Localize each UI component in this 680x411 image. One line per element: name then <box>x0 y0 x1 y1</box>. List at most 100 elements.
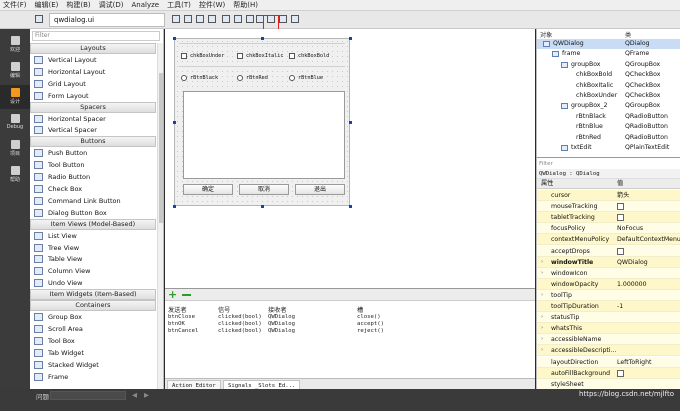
property-filter-input[interactable]: Filter <box>539 160 679 168</box>
expand-arrow-icon[interactable]: › <box>541 268 543 279</box>
property-row[interactable]: › accessibleName <box>537 334 680 346</box>
prev-icon[interactable]: ◀ <box>132 391 137 399</box>
connection-cell[interactable]: btnCancel <box>168 328 198 334</box>
widget-category[interactable]: Containers <box>30 300 156 312</box>
property-row[interactable]: cursor 箭头 <box>537 190 680 201</box>
widget-item[interactable]: Push Button <box>30 147 156 159</box>
exit-button[interactable]: 退出 <box>295 184 345 195</box>
property-row[interactable]: › accessibleDescripti... <box>537 345 680 357</box>
connection-cell[interactable]: QWDialog <box>268 314 295 320</box>
connection-cell[interactable]: QWDialog <box>268 328 295 334</box>
connection-cell[interactable]: clicked(bool) <box>218 328 262 334</box>
widget-item[interactable]: Dialog Button Box <box>30 207 156 219</box>
widget-item[interactable]: Radio Button <box>30 171 156 183</box>
menu-item[interactable]: Analyze <box>132 1 160 9</box>
property-row[interactable]: tabletTracking <box>537 212 680 224</box>
property-checkbox[interactable] <box>617 369 624 377</box>
checkbox-under[interactable]: chkBoxUnder <box>181 53 224 59</box>
widget-category[interactable]: Item Widgets (Item-Based) <box>30 289 156 301</box>
property-value[interactable]: NoFocus <box>617 223 643 234</box>
edit-widgets-icon[interactable] <box>172 15 180 23</box>
break-layout-icon[interactable] <box>291 15 299 23</box>
connection-cell[interactable]: reject() <box>357 328 384 334</box>
resize-handle[interactable] <box>173 205 176 208</box>
object-row[interactable]: QWDialog QDialog <box>537 39 680 50</box>
widget-item[interactable]: Table View <box>30 253 156 265</box>
object-row[interactable]: rBtnRed QRadioButton <box>537 133 680 143</box>
property-row[interactable]: › windowTitle QWDialog <box>537 256 680 268</box>
connection-cell[interactable]: QWDialog <box>268 321 295 327</box>
property-value[interactable]: QWDialog <box>617 257 648 268</box>
expand-arrow-icon[interactable]: › <box>541 323 543 334</box>
widget-item[interactable]: Undo View <box>30 277 156 289</box>
property-row[interactable]: windowOpacity 1.000000 <box>537 278 680 290</box>
widget-item[interactable]: Tree View <box>30 242 156 254</box>
issues-label[interactable]: 问题 <box>36 391 49 401</box>
property-checkbox[interactable] <box>617 214 624 222</box>
connection-cell[interactable]: accept() <box>357 321 384 327</box>
object-row[interactable]: txtEdit QPlainTextEdit <box>537 143 680 153</box>
widget-item[interactable]: Form Layout <box>30 90 156 102</box>
resize-handle[interactable] <box>261 37 264 40</box>
resize-handle[interactable] <box>349 37 352 40</box>
resize-handle[interactable] <box>349 121 352 124</box>
layout-vertical-icon[interactable] <box>234 15 242 23</box>
property-row[interactable]: mouseTracking <box>537 201 680 213</box>
expand-arrow-icon[interactable]: › <box>541 257 543 268</box>
connection-cell[interactable]: btnOK <box>168 321 185 327</box>
dialog-form[interactable]: chkBoxUnder chkBoxItalic chkBoxBold rBtn… <box>174 38 350 206</box>
widget-box-scrollbar[interactable] <box>157 43 163 389</box>
widget-item[interactable]: Check Box <box>30 183 156 195</box>
property-row[interactable]: focusPolicy NoFocus <box>537 223 680 235</box>
file-tab[interactable]: qwdialog.ui <box>49 13 165 27</box>
layout-form-icon[interactable] <box>279 15 287 23</box>
widget-item[interactable]: Vertical Layout <box>30 54 156 66</box>
expand-arrow-icon[interactable]: › <box>541 312 543 323</box>
widget-category[interactable]: Item Views (Model-Based) <box>30 218 156 230</box>
menu-item[interactable]: 编辑(E) <box>35 0 59 10</box>
connection-cell[interactable]: btnClose <box>168 314 195 320</box>
property-value[interactable]: 1.000000 <box>617 279 647 290</box>
mode-帮助[interactable]: 帮助 <box>0 163 30 187</box>
widget-item[interactable]: Group Box <box>30 311 156 323</box>
property-value[interactable]: -1 <box>617 301 623 312</box>
widget-item[interactable]: Grid Layout <box>30 78 156 90</box>
widget-item[interactable]: Tool Box <box>30 335 156 347</box>
menu-item[interactable]: 工具(T) <box>167 0 191 10</box>
property-row[interactable]: › statusTip <box>537 312 680 324</box>
object-row[interactable]: groupBox QGroupBox <box>537 60 680 70</box>
expand-arrow-icon[interactable]: › <box>541 290 543 301</box>
property-row[interactable]: › whatsThis <box>537 323 680 335</box>
radio-black[interactable]: rBtnBlack <box>181 75 218 81</box>
layout-splitter-h-icon[interactable] <box>246 15 254 23</box>
property-row[interactable]: contextMenuPolicy DefaultContextMenu <box>537 234 680 246</box>
object-row[interactable]: rBtnBlue QRadioButton <box>537 122 680 132</box>
checkbox-italic[interactable]: chkBoxItalic <box>237 53 283 59</box>
scrollbar-thumb[interactable] <box>159 73 163 223</box>
widget-item[interactable]: Frame <box>30 371 156 383</box>
object-row[interactable]: rBtnBlack QRadioButton <box>537 112 680 122</box>
mode-项目[interactable]: 项目 <box>0 137 30 161</box>
widget-item[interactable]: List View <box>30 230 156 242</box>
locator-input[interactable] <box>50 391 126 400</box>
object-row[interactable]: chkBoxBold QCheckBox <box>537 70 680 80</box>
add-connection-icon[interactable]: + <box>168 289 178 300</box>
widget-item[interactable]: Tab Widget <box>30 347 156 359</box>
menu-item[interactable]: 帮助(H) <box>233 0 258 10</box>
property-value[interactable]: LeftToRight <box>617 357 651 368</box>
menu-item[interactable]: 文件(F) <box>3 0 27 10</box>
mode-设计[interactable]: 设计 <box>0 85 30 109</box>
edit-signals-icon[interactable] <box>184 15 192 23</box>
menu-item[interactable]: 构建(B) <box>66 0 90 10</box>
cancel-button[interactable]: 取消 <box>239 184 289 195</box>
property-row[interactable]: › windowIcon <box>537 267 680 279</box>
widget-item[interactable]: Scroll Area <box>30 323 156 335</box>
widget-item[interactable]: Tool Button <box>30 159 156 171</box>
property-row[interactable]: layoutDirection LeftToRight <box>537 356 680 368</box>
widget-item[interactable]: Horizontal Layout <box>30 66 156 78</box>
edit-buddies-icon[interactable] <box>196 15 204 23</box>
menu-item[interactable]: 调试(D) <box>99 0 124 10</box>
widget-item[interactable]: Horizontal Spacer <box>30 113 156 125</box>
edit-tab-order-icon[interactable] <box>208 15 216 23</box>
mode-编辑[interactable]: 编辑 <box>0 59 30 83</box>
